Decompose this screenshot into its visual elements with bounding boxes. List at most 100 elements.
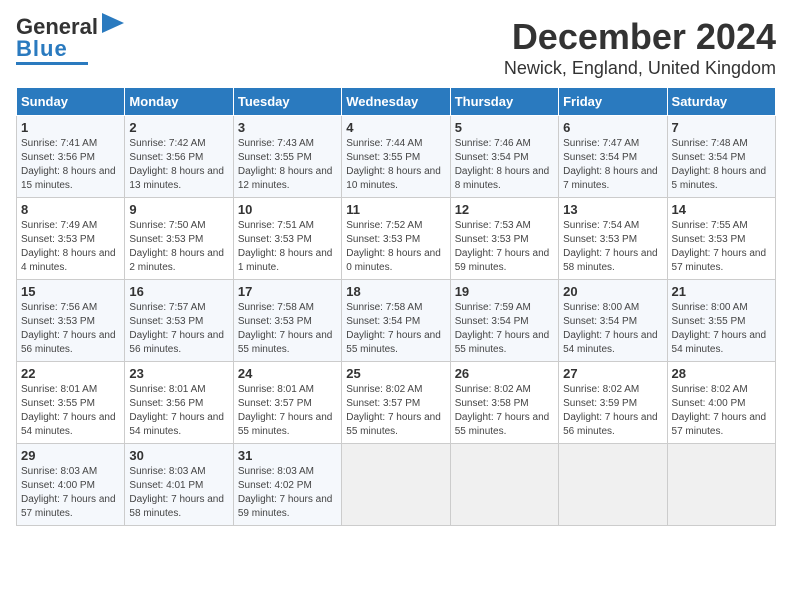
day-number: 29 <box>21 448 120 463</box>
day-cell-14: 14 Sunrise: 7:55 AM Sunset: 3:53 PM Dayl… <box>667 198 775 280</box>
day-cell-17: 17 Sunrise: 7:58 AM Sunset: 3:53 PM Dayl… <box>233 280 341 362</box>
day-number: 6 <box>563 120 662 135</box>
empty-cell <box>559 444 667 526</box>
day-info: Sunrise: 7:43 AM Sunset: 3:55 PM Dayligh… <box>238 137 337 193</box>
day-number: 15 <box>21 284 120 299</box>
col-friday: Friday <box>559 88 667 116</box>
location-title: Newick, England, United Kingdom <box>504 58 776 79</box>
day-cell-16: 16 Sunrise: 7:57 AM Sunset: 3:53 PM Dayl… <box>125 280 233 362</box>
day-info: Sunrise: 8:02 AM Sunset: 3:57 PM Dayligh… <box>346 383 445 439</box>
day-number: 11 <box>346 202 445 217</box>
day-info: Sunrise: 8:00 AM Sunset: 3:54 PM Dayligh… <box>563 301 662 357</box>
day-info: Sunrise: 7:55 AM Sunset: 3:53 PM Dayligh… <box>672 219 771 275</box>
day-number: 5 <box>455 120 554 135</box>
day-number: 27 <box>563 366 662 381</box>
day-number: 25 <box>346 366 445 381</box>
day-cell-21: 21 Sunrise: 8:00 AM Sunset: 3:55 PM Dayl… <box>667 280 775 362</box>
empty-cell <box>450 444 558 526</box>
logo: General Blue <box>16 16 124 65</box>
col-sunday: Sunday <box>17 88 125 116</box>
day-cell-7: 7 Sunrise: 7:48 AM Sunset: 3:54 PM Dayli… <box>667 116 775 198</box>
day-cell-3: 3 Sunrise: 7:43 AM Sunset: 3:55 PM Dayli… <box>233 116 341 198</box>
day-number: 23 <box>129 366 228 381</box>
day-cell-10: 10 Sunrise: 7:51 AM Sunset: 3:53 PM Dayl… <box>233 198 341 280</box>
day-cell-2: 2 Sunrise: 7:42 AM Sunset: 3:56 PM Dayli… <box>125 116 233 198</box>
day-cell-31: 31 Sunrise: 8:03 AM Sunset: 4:02 PM Dayl… <box>233 444 341 526</box>
calendar-row: 15 Sunrise: 7:56 AM Sunset: 3:53 PM Dayl… <box>17 280 776 362</box>
day-info: Sunrise: 7:53 AM Sunset: 3:53 PM Dayligh… <box>455 219 554 275</box>
day-info: Sunrise: 7:59 AM Sunset: 3:54 PM Dayligh… <box>455 301 554 357</box>
calendar-row: 29 Sunrise: 8:03 AM Sunset: 4:00 PM Dayl… <box>17 444 776 526</box>
day-number: 21 <box>672 284 771 299</box>
col-wednesday: Wednesday <box>342 88 450 116</box>
day-number: 28 <box>672 366 771 381</box>
day-info: Sunrise: 8:03 AM Sunset: 4:01 PM Dayligh… <box>129 465 228 521</box>
day-info: Sunrise: 7:49 AM Sunset: 3:53 PM Dayligh… <box>21 219 120 275</box>
day-cell-4: 4 Sunrise: 7:44 AM Sunset: 3:55 PM Dayli… <box>342 116 450 198</box>
day-number: 30 <box>129 448 228 463</box>
day-info: Sunrise: 7:42 AM Sunset: 3:56 PM Dayligh… <box>129 137 228 193</box>
day-info: Sunrise: 8:02 AM Sunset: 3:58 PM Dayligh… <box>455 383 554 439</box>
day-number: 8 <box>21 202 120 217</box>
day-info: Sunrise: 8:01 AM Sunset: 3:55 PM Dayligh… <box>21 383 120 439</box>
empty-cell <box>667 444 775 526</box>
day-info: Sunrise: 7:51 AM Sunset: 3:53 PM Dayligh… <box>238 219 337 275</box>
day-info: Sunrise: 7:52 AM Sunset: 3:53 PM Dayligh… <box>346 219 445 275</box>
day-info: Sunrise: 7:46 AM Sunset: 3:54 PM Dayligh… <box>455 137 554 193</box>
day-cell-22: 22 Sunrise: 8:01 AM Sunset: 3:55 PM Dayl… <box>17 362 125 444</box>
day-info: Sunrise: 8:01 AM Sunset: 3:56 PM Dayligh… <box>129 383 228 439</box>
day-cell-24: 24 Sunrise: 8:01 AM Sunset: 3:57 PM Dayl… <box>233 362 341 444</box>
day-cell-19: 19 Sunrise: 7:59 AM Sunset: 3:54 PM Dayl… <box>450 280 558 362</box>
day-info: Sunrise: 7:58 AM Sunset: 3:53 PM Dayligh… <box>238 301 337 357</box>
day-cell-18: 18 Sunrise: 7:58 AM Sunset: 3:54 PM Dayl… <box>342 280 450 362</box>
day-number: 3 <box>238 120 337 135</box>
calendar-table: Sunday Monday Tuesday Wednesday Thursday… <box>16 87 776 526</box>
day-info: Sunrise: 7:54 AM Sunset: 3:53 PM Dayligh… <box>563 219 662 275</box>
day-info: Sunrise: 7:47 AM Sunset: 3:54 PM Dayligh… <box>563 137 662 193</box>
day-number: 2 <box>129 120 228 135</box>
day-info: Sunrise: 8:03 AM Sunset: 4:00 PM Dayligh… <box>21 465 120 521</box>
day-cell-23: 23 Sunrise: 8:01 AM Sunset: 3:56 PM Dayl… <box>125 362 233 444</box>
calendar-row: 1 Sunrise: 7:41 AM Sunset: 3:56 PM Dayli… <box>17 116 776 198</box>
day-info: Sunrise: 7:44 AM Sunset: 3:55 PM Dayligh… <box>346 137 445 193</box>
title-block: December 2024 Newick, England, United Ki… <box>504 16 776 79</box>
day-info: Sunrise: 8:03 AM Sunset: 4:02 PM Dayligh… <box>238 465 337 521</box>
day-cell-12: 12 Sunrise: 7:53 AM Sunset: 3:53 PM Dayl… <box>450 198 558 280</box>
day-info: Sunrise: 8:02 AM Sunset: 3:59 PM Dayligh… <box>563 383 662 439</box>
day-number: 31 <box>238 448 337 463</box>
day-info: Sunrise: 7:48 AM Sunset: 3:54 PM Dayligh… <box>672 137 771 193</box>
header: General Blue December 2024 Newick, Engla… <box>16 16 776 79</box>
day-cell-20: 20 Sunrise: 8:00 AM Sunset: 3:54 PM Dayl… <box>559 280 667 362</box>
day-cell-15: 15 Sunrise: 7:56 AM Sunset: 3:53 PM Dayl… <box>17 280 125 362</box>
day-number: 14 <box>672 202 771 217</box>
empty-cell <box>342 444 450 526</box>
day-info: Sunrise: 7:57 AM Sunset: 3:53 PM Dayligh… <box>129 301 228 357</box>
day-cell-1: 1 Sunrise: 7:41 AM Sunset: 3:56 PM Dayli… <box>17 116 125 198</box>
day-cell-26: 26 Sunrise: 8:02 AM Sunset: 3:58 PM Dayl… <box>450 362 558 444</box>
logo-arrow-icon <box>102 13 124 33</box>
calendar-row: 22 Sunrise: 8:01 AM Sunset: 3:55 PM Dayl… <box>17 362 776 444</box>
day-cell-5: 5 Sunrise: 7:46 AM Sunset: 3:54 PM Dayli… <box>450 116 558 198</box>
day-number: 22 <box>21 366 120 381</box>
day-cell-6: 6 Sunrise: 7:47 AM Sunset: 3:54 PM Dayli… <box>559 116 667 198</box>
day-info: Sunrise: 7:50 AM Sunset: 3:53 PM Dayligh… <box>129 219 228 275</box>
day-cell-27: 27 Sunrise: 8:02 AM Sunset: 3:59 PM Dayl… <box>559 362 667 444</box>
day-number: 19 <box>455 284 554 299</box>
col-tuesday: Tuesday <box>233 88 341 116</box>
day-number: 12 <box>455 202 554 217</box>
header-row: Sunday Monday Tuesday Wednesday Thursday… <box>17 88 776 116</box>
day-cell-25: 25 Sunrise: 8:02 AM Sunset: 3:57 PM Dayl… <box>342 362 450 444</box>
day-cell-28: 28 Sunrise: 8:02 AM Sunset: 4:00 PM Dayl… <box>667 362 775 444</box>
calendar-row: 8 Sunrise: 7:49 AM Sunset: 3:53 PM Dayli… <box>17 198 776 280</box>
col-monday: Monday <box>125 88 233 116</box>
day-info: Sunrise: 8:02 AM Sunset: 4:00 PM Dayligh… <box>672 383 771 439</box>
day-info: Sunrise: 7:41 AM Sunset: 3:56 PM Dayligh… <box>21 137 120 193</box>
day-number: 9 <box>129 202 228 217</box>
day-number: 18 <box>346 284 445 299</box>
day-info: Sunrise: 7:58 AM Sunset: 3:54 PM Dayligh… <box>346 301 445 357</box>
day-cell-9: 9 Sunrise: 7:50 AM Sunset: 3:53 PM Dayli… <box>125 198 233 280</box>
day-number: 17 <box>238 284 337 299</box>
col-saturday: Saturday <box>667 88 775 116</box>
day-info: Sunrise: 7:56 AM Sunset: 3:53 PM Dayligh… <box>21 301 120 357</box>
month-title: December 2024 <box>504 16 776 58</box>
